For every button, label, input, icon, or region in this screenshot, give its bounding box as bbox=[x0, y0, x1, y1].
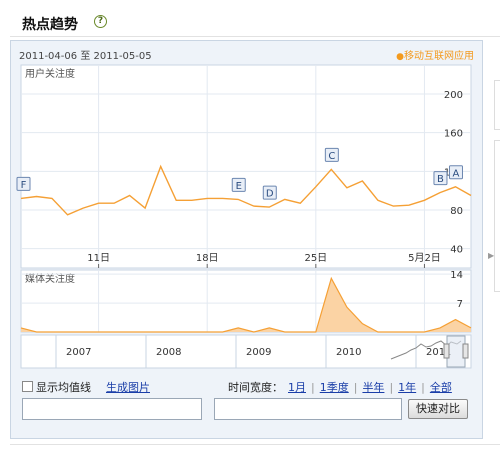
divider: | bbox=[311, 381, 315, 394]
navigator-year-label: 2007 bbox=[66, 347, 91, 358]
media-y-tick-label: 14 bbox=[450, 270, 463, 281]
side-panel-edge bbox=[494, 80, 500, 130]
user-x-tick-label: 25日 bbox=[304, 253, 327, 264]
user-y-tick-label: 200 bbox=[444, 90, 463, 101]
show-average-label: 显示均值线 bbox=[36, 381, 91, 394]
range-1-quarter[interactable]: 1季度 bbox=[320, 381, 349, 394]
time-range-links: 1月 | 1季度 | 半年 | 1年 | 全部 bbox=[288, 379, 452, 395]
time-width-label: 时间宽度： bbox=[228, 381, 283, 394]
event-marker[interactable]: B bbox=[433, 171, 448, 186]
navigator-year-label: 2008 bbox=[156, 347, 181, 358]
chart-controls: 显示均值线 生成图片 时间宽度： 1月 | 1季度 | 半年 | 1年 | 全部 bbox=[22, 379, 472, 397]
quick-compare-button[interactable]: 快速对比 bbox=[408, 399, 468, 419]
event-marker[interactable]: E bbox=[231, 177, 246, 192]
date-start: 2011-04-06 bbox=[19, 51, 78, 62]
navigator-window[interactable] bbox=[446, 335, 466, 368]
media-chart-area bbox=[20, 269, 472, 333]
legend-dot-icon: ● bbox=[396, 52, 404, 62]
user-x-tick-label: 18日 bbox=[196, 253, 219, 264]
event-marker-label[interactable]: A bbox=[453, 168, 460, 179]
event-marker[interactable]: A bbox=[448, 165, 463, 180]
side-panel-edge bbox=[494, 140, 500, 292]
help-icon[interactable]: ? bbox=[94, 15, 107, 28]
user-y-tick-label: 80 bbox=[450, 206, 463, 217]
divider: | bbox=[353, 381, 358, 394]
range-1-year[interactable]: 1年 bbox=[398, 381, 416, 394]
navigator-year-label: 2010 bbox=[336, 347, 361, 358]
legend-label: 移动互联网应用 bbox=[404, 51, 474, 62]
navigator-handle-right[interactable] bbox=[462, 343, 469, 359]
user-chart-title: 用户关注度 bbox=[25, 67, 75, 80]
user-y-tick-label: 160 bbox=[444, 129, 463, 140]
divider: | bbox=[389, 381, 394, 394]
show-average-checkbox[interactable] bbox=[22, 381, 33, 392]
date-separator: 至 bbox=[80, 51, 91, 62]
expand-arrow-icon[interactable]: ▶ bbox=[488, 251, 494, 260]
event-marker-label[interactable]: F bbox=[21, 180, 27, 191]
user-chart-area bbox=[20, 64, 472, 269]
range-all[interactable]: 全部 bbox=[430, 381, 452, 394]
date-range: 2011-04-06 至 2011-05-05 bbox=[19, 47, 152, 62]
event-marker-label[interactable]: D bbox=[266, 189, 274, 200]
user-x-tick-label: 5月2日 bbox=[408, 252, 441, 264]
event-marker-label[interactable]: E bbox=[236, 181, 242, 192]
event-marker[interactable]: C bbox=[324, 147, 339, 162]
event-marker-label[interactable]: B bbox=[437, 174, 444, 185]
compare-input-1[interactable] bbox=[22, 398, 202, 420]
divider bbox=[10, 444, 500, 445]
generate-image-link[interactable]: 生成图片 bbox=[106, 379, 150, 395]
media-y-tick-label: 7 bbox=[457, 299, 463, 310]
event-marker[interactable]: F bbox=[16, 176, 31, 191]
legend-item[interactable]: ●移动互联网应用 bbox=[396, 47, 474, 62]
range-half-year[interactable]: 半年 bbox=[362, 381, 384, 394]
date-end: 2011-05-05 bbox=[93, 51, 152, 62]
user-x-tick-label: 11日 bbox=[87, 253, 110, 264]
event-marker[interactable]: D bbox=[262, 185, 277, 200]
event-marker-label[interactable]: C bbox=[328, 151, 335, 162]
compare-input-2[interactable] bbox=[214, 398, 402, 420]
section-header: 热点趋势 ? bbox=[10, 8, 500, 37]
trend-chart: 用户关注度 4080120160200 11日18日25日5月2日 ABCDEF… bbox=[16, 64, 472, 369]
section-title: 热点趋势 bbox=[22, 17, 78, 33]
user-y-tick-label: 40 bbox=[450, 245, 463, 256]
divider: | bbox=[421, 381, 425, 394]
navigator-year-label: 2009 bbox=[246, 347, 271, 358]
range-1-month[interactable]: 1月 bbox=[288, 381, 306, 394]
navigator-handle-left[interactable] bbox=[443, 343, 450, 359]
